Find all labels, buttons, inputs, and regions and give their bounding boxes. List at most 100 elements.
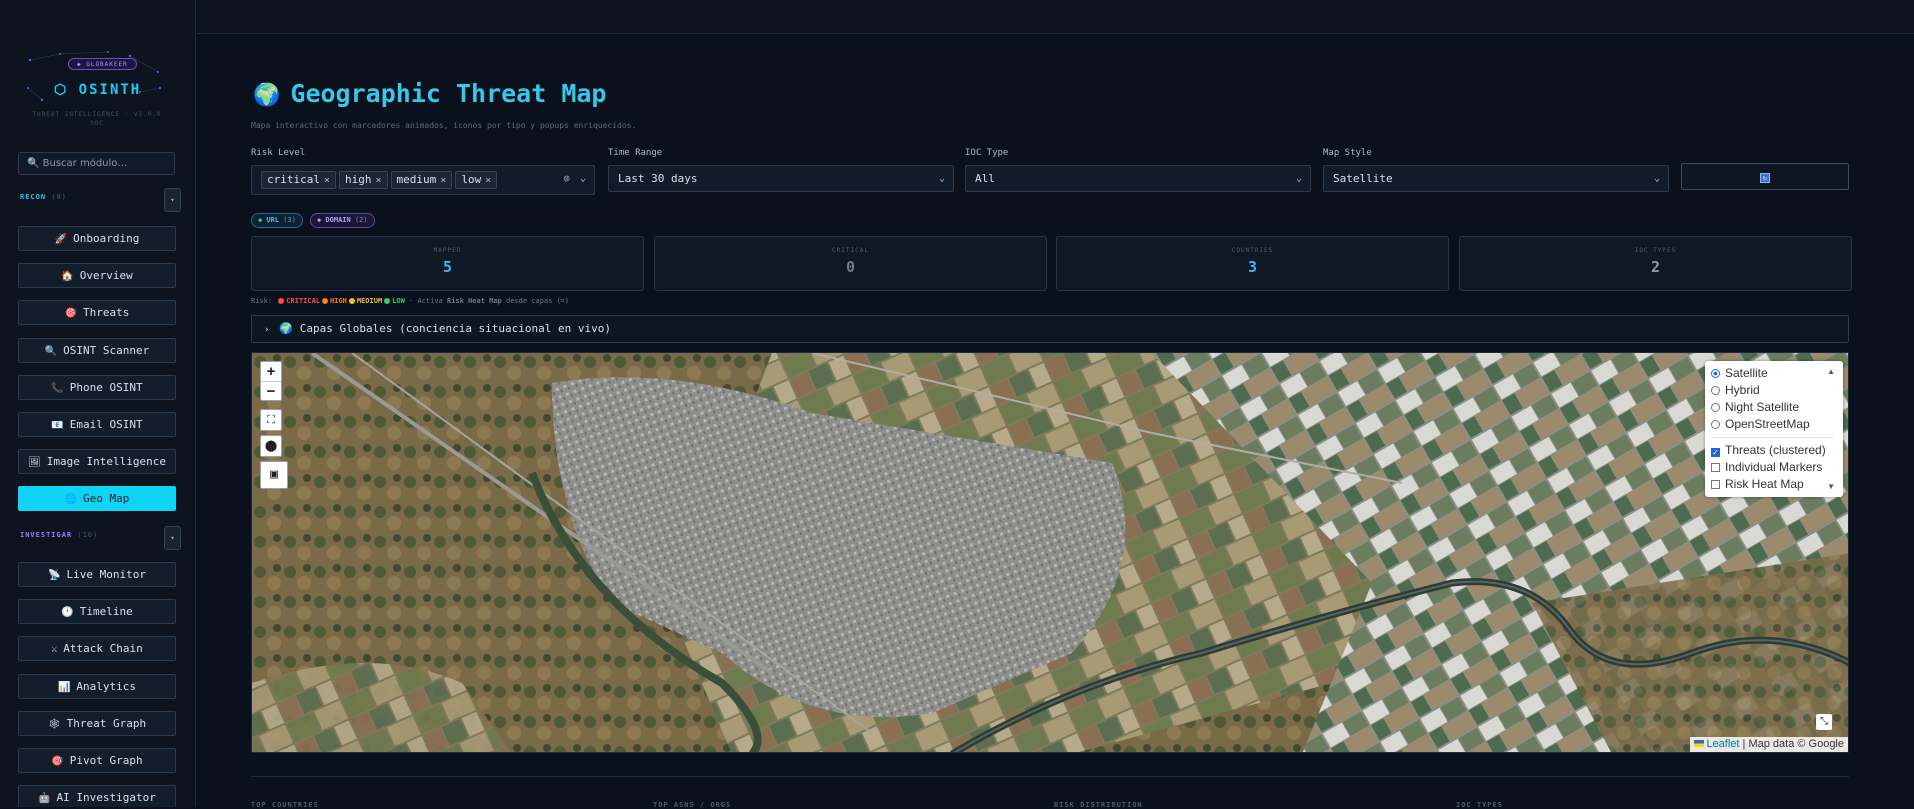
layer-control-panel[interactable]: ▲ Satellite Hybrid Night Satellite OpenStre…	[1705, 361, 1843, 497]
layer-label: OpenStreetMap	[1725, 417, 1810, 431]
map-style-label: Map Style	[1323, 148, 1372, 158]
top-asns-heading: TOP ASNS / ORGS	[653, 801, 732, 809]
refresh-icon: ↻	[1760, 172, 1770, 183]
risk-tag-label: critical	[267, 173, 320, 186]
stat-label: CRITICAL	[832, 247, 869, 254]
base-layer-openstreetmap[interactable]: OpenStreetMap	[1711, 416, 1843, 433]
zoom-control: + −	[260, 361, 282, 401]
radio-button[interactable]	[1711, 403, 1720, 412]
sidebar-item-geo-map[interactable]: 🌐 Geo Map	[18, 486, 176, 512]
remove-tag-icon[interactable]: ×	[324, 175, 330, 186]
stat-value: 2	[1650, 258, 1661, 276]
risk-legend: Risk: CRITICAL HIGH MEDIUM LOW · Activa Ris…	[251, 297, 569, 305]
refresh-button[interactable]: ↻	[1681, 163, 1849, 190]
section-recon: RECON (8)	[20, 193, 67, 201]
sidebar-item-attack-chain[interactable]: ⚔ Attack Chain	[18, 636, 176, 662]
draw-rectangle-button[interactable]: ▣	[260, 461, 288, 489]
risk-tag-low[interactable]: low ×	[455, 171, 498, 189]
expand-icon[interactable]: ⤡	[1816, 714, 1832, 730]
stat-card-mapped: MAPPED 5	[251, 236, 644, 291]
stat-value: 5	[442, 258, 453, 276]
checkbox[interactable]: ✓	[1711, 448, 1720, 457]
overlay-threats-clustered-[interactable]: ✓ Threats (clustered)	[1711, 442, 1843, 459]
stat-value: 3	[1247, 258, 1258, 276]
sidebar-item-ai-investigator[interactable]: 🤖 AI Investigator	[18, 785, 176, 807]
top-countries-heading: TOP COUNTRIES	[251, 801, 319, 809]
domain-chip[interactable]: ◆ DOMAIN (2)	[310, 213, 375, 228]
base-layer-hybrid[interactable]: Hybrid	[1711, 382, 1843, 399]
email-osint-icon: 📧	[51, 420, 64, 431]
sidebar-item-phone-osint[interactable]: 📞 Phone OSINT	[18, 374, 176, 400]
radio-button[interactable]	[1711, 386, 1720, 395]
sidebar-item-analytics[interactable]: 📊 Analytics	[18, 673, 176, 699]
sidebar-item-label: Threats	[83, 306, 130, 320]
leaflet-link[interactable]: Leaflet	[1706, 738, 1739, 750]
sidebar-item-pivot-graph[interactable]: 🎯 Pivot Graph	[18, 748, 176, 773]
page-scrollbar[interactable]	[1910, 35, 1914, 807]
recon-collapse-button[interactable]: ▾	[164, 188, 181, 212]
risk-distribution-heading: RISK DISTRIBUTION	[1054, 801, 1143, 809]
risk-level-label: Risk Level	[251, 148, 306, 158]
clear-icon[interactable]: ⊗	[563, 166, 570, 191]
investigar-collapse-button[interactable]: ▾	[164, 526, 181, 550]
osint-scanner-icon: 🔍	[44, 345, 58, 357]
radio-button[interactable]	[1711, 420, 1720, 429]
top-bar	[197, 0, 1914, 34]
remove-tag-icon[interactable]: ×	[440, 175, 446, 186]
ioc-type-label: IOC Type	[965, 148, 1009, 158]
onboarding-icon: 🚀	[54, 234, 68, 245]
sidebar-item-osint-scanner[interactable]: 🔍 OSINT Scanner	[18, 337, 176, 363]
logo: ◆ GLOBAKEER ⬡ OSINTH THREAT INTELLIGENCE…	[20, 48, 170, 128]
module-search-input[interactable]: 🔍 Buscar módulo…	[18, 152, 175, 175]
scroll-up-icon[interactable]: ▲	[1827, 367, 1835, 376]
risk-tag-medium[interactable]: medium ×	[390, 171, 453, 189]
time-range-select[interactable]: Last 30 days ⌄	[608, 165, 954, 192]
risk-tag-high[interactable]: high ×	[339, 171, 388, 189]
base-layer-satellite[interactable]: Satellite	[1711, 365, 1843, 382]
remove-tag-icon[interactable]: ×	[485, 175, 491, 186]
chevron-down-icon: ⌄	[1295, 173, 1302, 184]
checkbox[interactable]	[1711, 480, 1720, 489]
sidebar-item-overview[interactable]: 🏠 Overview	[18, 263, 176, 289]
zoom-in-button[interactable]: +	[261, 362, 281, 381]
url-chip[interactable]: ◆ URL (3)	[251, 213, 303, 228]
overlay-individual-markers[interactable]: Individual Markers	[1711, 459, 1843, 476]
risk-tag-critical[interactable]: critical ×	[261, 171, 337, 189]
image-intelligence-icon: 🖼	[28, 457, 41, 469]
global-layers-expander[interactable]: › 🌍 Capas Globales (conciencia situaciona…	[251, 315, 1849, 343]
geo-map-icon: 🌐	[64, 494, 78, 506]
layer-divider	[1711, 437, 1833, 438]
map-attribution: Leaflet | Map data © Google	[1690, 737, 1848, 752]
threat-graph-icon: 🕸	[47, 718, 61, 730]
globe-icon: 🌍	[279, 322, 294, 335]
sidebar-item-label: AI Investigator	[56, 791, 156, 805]
logo-badge: ◆ GLOBAKEER	[68, 58, 137, 70]
scroll-down-icon[interactable]: ▼	[1827, 482, 1835, 491]
section-investigar: INVESTIGAR (10)	[20, 531, 99, 539]
fullscreen-button[interactable]: ⛶	[260, 409, 282, 431]
threat-map[interactable]: + − ⛶ ⬤ ▣ ▲ Satellite Hybrid Night Satelli…	[251, 352, 1849, 753]
sidebar-item-label: Pivot Graph	[69, 754, 143, 767]
page-description: Mapa interactivo con marcadores animados…	[251, 121, 637, 130]
ioc-type-select[interactable]: All ⌄	[965, 165, 1311, 192]
radio-button[interactable]	[1711, 369, 1720, 378]
overlay-risk-heat-map[interactable]: Risk Heat Map	[1711, 476, 1843, 493]
base-layer-night-satellite[interactable]: Night Satellite	[1711, 399, 1843, 416]
sidebar-item-email-osint[interactable]: 📧 Email OSINT	[18, 412, 176, 437]
sidebar-item-label: Email OSINT	[69, 418, 143, 431]
sidebar-item-threats[interactable]: 🎯 Threats	[18, 300, 176, 326]
zoom-out-button[interactable]: −	[261, 381, 281, 400]
sidebar-item-threat-graph[interactable]: 🕸 Threat Graph	[18, 710, 176, 736]
sidebar-item-timeline[interactable]: 🕐 Timeline	[18, 599, 176, 625]
remove-tag-icon[interactable]: ×	[376, 175, 382, 186]
risk-level-multiselect[interactable]: critical × high × medium × low × ⊗ ⌄	[251, 165, 595, 195]
logo-title: ⬡ OSINTH	[54, 82, 142, 98]
sidebar-item-onboarding[interactable]: 🚀 Onboarding	[18, 226, 176, 251]
locate-marker-icon[interactable]: ⬤	[260, 435, 282, 457]
risk-tag-label: high	[345, 173, 372, 186]
sidebar-item-live-monitor[interactable]: 📡 Live Monitor	[18, 562, 176, 587]
sidebar-item-image-intelligence[interactable]: 🖼 Image Intelligence	[18, 449, 176, 475]
map-style-select[interactable]: Satellite ⌄	[1323, 165, 1669, 192]
checkbox[interactable]	[1711, 463, 1720, 472]
risk-dot-icon	[384, 297, 391, 304]
